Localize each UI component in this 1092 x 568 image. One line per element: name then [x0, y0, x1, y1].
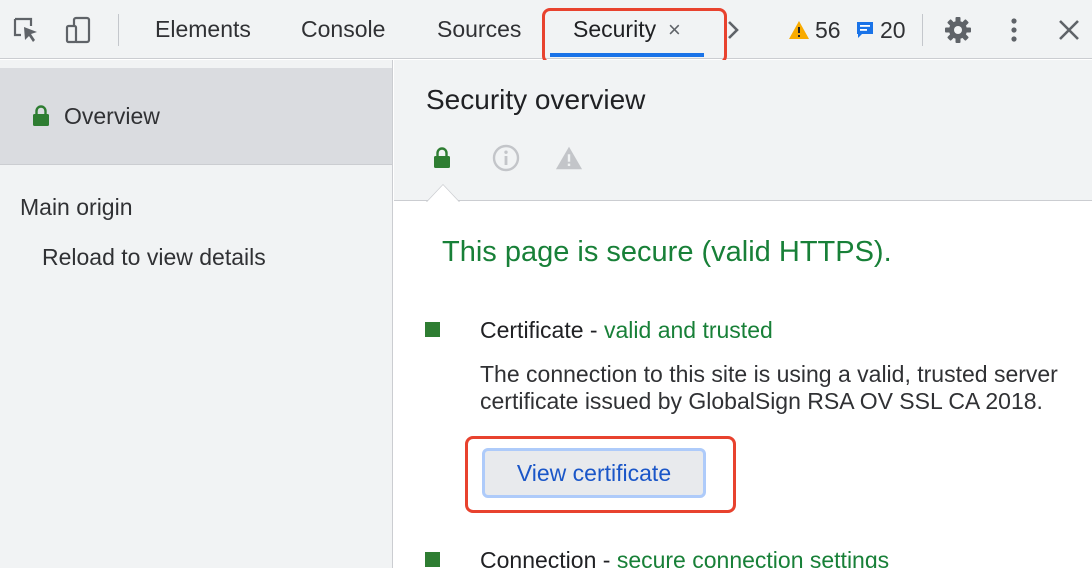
tab-elements[interactable]: Elements [155, 0, 251, 59]
secure-lock-icon [428, 144, 456, 172]
inspect-element-icon[interactable] [10, 14, 42, 46]
certificate-heading: Certificate - valid and trusted [480, 317, 773, 344]
certificate-status: valid and trusted [604, 317, 773, 343]
sidebar-reload-hint: Reload to view details [42, 244, 266, 270]
sidebar-main-origin-heading: Main origin [20, 194, 133, 220]
more-tabs-icon[interactable] [718, 14, 750, 46]
info-icon [492, 144, 520, 172]
toolbar-separator [118, 14, 119, 46]
connection-title: Connection [480, 547, 597, 568]
certificate-title: Certificate [480, 317, 584, 343]
messages-counter[interactable]: 20 [855, 14, 906, 46]
kebab-menu-icon[interactable] [998, 14, 1030, 46]
warning-icon [789, 21, 809, 39]
security-main-panel: Security overview This page is secure (v [394, 60, 1092, 568]
close-icon[interactable] [1053, 14, 1085, 46]
secure-status-message: This page is secure (valid HTTPS). [442, 236, 892, 268]
certificate-separator: - [583, 317, 604, 343]
messages-count: 20 [880, 16, 906, 43]
devtools-toolbar: Elements Console Sources Security × 56 2… [0, 0, 1092, 64]
page-title: Security overview [426, 84, 646, 115]
security-tab-highlight [542, 8, 727, 64]
security-sidebar: Overview Main origin Reload to view deta… [0, 60, 393, 568]
warning-triangle-icon [555, 144, 583, 172]
lock-icon [33, 105, 49, 126]
sidebar-item-overview[interactable]: Overview [0, 68, 392, 164]
certificate-description: The connection to this site is using a v… [480, 361, 1058, 414]
connection-separator: - [596, 547, 617, 568]
toolbar-separator [922, 14, 923, 46]
connection-status-bullet [425, 552, 440, 567]
certificate-status-bullet [425, 322, 440, 337]
overview-header: Security overview [394, 60, 1092, 202]
sidebar-item-label: Overview [64, 102, 160, 129]
gear-icon[interactable] [942, 14, 974, 46]
warnings-count: 56 [815, 16, 841, 43]
warnings-counter[interactable]: 56 [788, 14, 841, 46]
view-certificate-highlight [465, 436, 736, 513]
sidebar-divider [0, 164, 392, 165]
tab-sources[interactable]: Sources [437, 0, 521, 59]
message-icon [857, 22, 873, 38]
connection-heading: Connection - secure connection settings [480, 547, 889, 568]
header-pointer-fill [427, 185, 459, 202]
tab-console[interactable]: Console [301, 0, 385, 59]
device-toggle-icon[interactable] [63, 14, 95, 46]
connection-status: secure connection settings [616, 547, 890, 568]
